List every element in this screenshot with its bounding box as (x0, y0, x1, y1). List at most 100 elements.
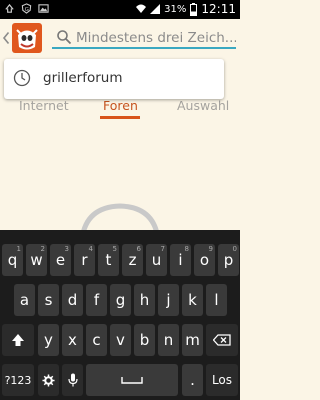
key-p-alt: 0 (232, 245, 237, 253)
key-i-alt: 8 (184, 245, 189, 253)
key-f-label: f (93, 291, 100, 309)
key-k[interactable]: k (182, 284, 203, 316)
key-d[interactable]: d (62, 284, 83, 316)
key-i-label: i (178, 251, 183, 269)
key-t-alt: 5 (112, 245, 117, 253)
history-icon (13, 69, 31, 87)
suggestion-label: grillerforum (43, 70, 123, 86)
key-o[interactable]: o9 (194, 244, 215, 276)
key-o-label: o (199, 251, 210, 269)
key-m-label: m (185, 331, 200, 349)
period-key-label: . (190, 371, 195, 389)
symbols-key[interactable]: ?123 (2, 364, 34, 396)
key-t-label: t (105, 251, 112, 269)
search-input[interactable] (76, 28, 236, 48)
app-logo-icon[interactable] (12, 23, 42, 53)
status-bar: G 31% 12:11 (0, 0, 240, 19)
key-j[interactable]: j (158, 284, 179, 316)
key-l-label: l (214, 291, 219, 309)
key-j-label: j (166, 291, 171, 309)
soft-keyboard: q 1 w 2 e 3 r 4 t 5 z 6 u 7 i 8 o 9 p 0 a s d f g h j k l y x c v b n m ?123… (0, 230, 240, 400)
key-h[interactable]: h (134, 284, 155, 316)
key-y-label: y (44, 331, 53, 349)
key-z-label: z (128, 251, 137, 269)
key-y[interactable]: y (38, 324, 59, 356)
shield-icon: G (21, 3, 32, 14)
key-r[interactable]: r4 (74, 244, 95, 276)
key-s[interactable]: s (38, 284, 59, 316)
key-z[interactable]: z6 (122, 244, 143, 276)
go-key[interactable]: Los (206, 364, 238, 396)
key-k-label: k (188, 291, 197, 309)
key-r-label: r (81, 251, 88, 269)
backspace-key[interactable] (206, 324, 238, 356)
key-o-alt: 9 (208, 245, 213, 253)
key-v-label: v (116, 331, 125, 349)
space-key[interactable] (86, 364, 178, 396)
key-m[interactable]: m (182, 324, 203, 356)
svg-text:G: G (25, 7, 29, 13)
key-a-label: a (19, 291, 30, 309)
tab-auswahl[interactable]: Auswahl (177, 98, 229, 113)
key-x-label: x (68, 331, 77, 349)
key-c[interactable]: c (86, 324, 107, 356)
key-s-label: s (44, 291, 53, 309)
signal-icon (150, 4, 161, 14)
suggestion-dropdown: grillerforum (4, 59, 224, 99)
key-f[interactable]: f (86, 284, 107, 316)
key-u[interactable]: u7 (146, 244, 167, 276)
key-e-label: e (55, 251, 66, 269)
key-r-alt: 4 (88, 245, 93, 253)
search-underline (52, 47, 236, 49)
key-a[interactable]: a (14, 284, 35, 316)
battery-icon (190, 2, 198, 16)
key-e-alt: 3 (64, 245, 69, 253)
key-q-alt: 1 (16, 245, 21, 253)
action-bar (0, 19, 240, 57)
tab-indicator (100, 116, 140, 119)
key-v[interactable]: v (110, 324, 131, 356)
backspace-icon (213, 334, 231, 346)
key-p[interactable]: p0 (218, 244, 239, 276)
search-icon (57, 30, 72, 45)
key-z-alt: 6 (136, 245, 141, 253)
battery-percent: 31% (164, 3, 187, 15)
key-g[interactable]: g (110, 284, 131, 316)
key-u-alt: 7 (160, 245, 165, 253)
back-chevron-icon[interactable] (2, 31, 10, 45)
key-b-label: b (139, 331, 150, 349)
sync-icon (5, 3, 14, 13)
key-i[interactable]: i8 (170, 244, 191, 276)
go-key-label: Los (211, 373, 233, 387)
voice-key[interactable] (62, 364, 83, 396)
period-key[interactable]: . (182, 364, 203, 396)
suggestion-item[interactable]: grillerforum (4, 59, 224, 99)
settings-key[interactable] (38, 364, 59, 396)
key-e[interactable]: e3 (50, 244, 71, 276)
key-c-label: c (92, 331, 101, 349)
microphone-icon (67, 373, 78, 387)
search-box[interactable] (52, 25, 236, 51)
tab-foren[interactable]: Foren (103, 98, 138, 113)
tab-internet[interactable]: Internet (19, 98, 69, 113)
key-t[interactable]: t5 (98, 244, 119, 276)
key-q-label: q (7, 251, 18, 269)
key-h-label: h (139, 291, 150, 309)
key-p-label: p (223, 251, 234, 269)
key-d-label: d (67, 291, 78, 309)
key-w-alt: 2 (40, 245, 45, 253)
key-g-label: g (115, 291, 126, 309)
key-n[interactable]: n (158, 324, 179, 356)
clock: 12:11 (201, 2, 236, 16)
shift-icon (12, 334, 24, 346)
shift-key[interactable] (2, 324, 34, 356)
key-x[interactable]: x (62, 324, 83, 356)
wifi-icon (136, 4, 147, 13)
key-q[interactable]: q1 (2, 244, 23, 276)
key-n-label: n (163, 331, 174, 349)
key-w[interactable]: w2 (26, 244, 47, 276)
key-l[interactable]: l (206, 284, 227, 316)
space-icon (121, 377, 143, 384)
key-b[interactable]: b (134, 324, 155, 356)
image-icon (38, 4, 49, 13)
